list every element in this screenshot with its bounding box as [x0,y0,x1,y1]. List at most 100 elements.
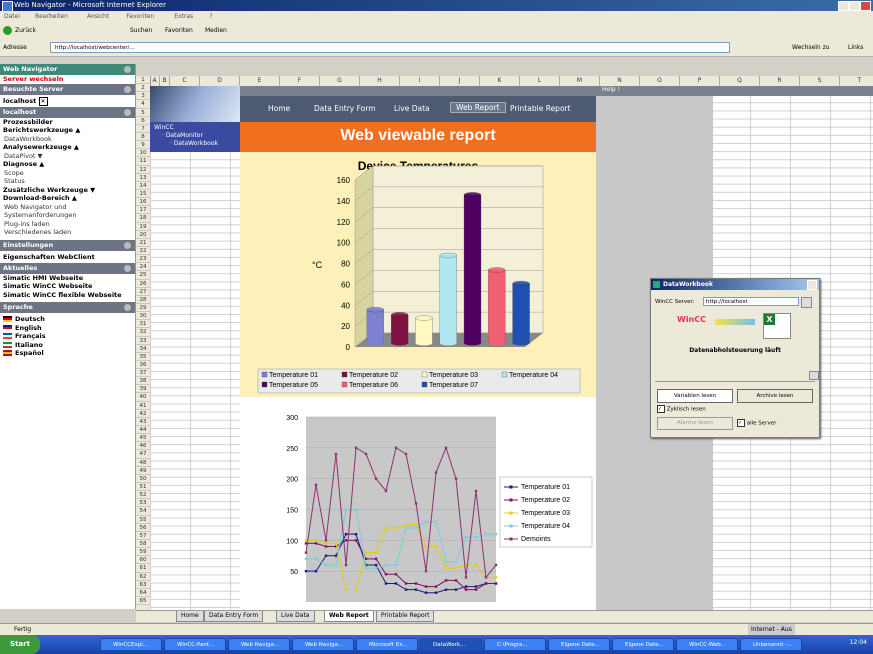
column-header-cell[interactable]: F [280,76,320,86]
row-header-cell[interactable]: 14 [136,182,150,190]
row-header-cell[interactable]: 22 [136,247,150,256]
row-header-cell[interactable]: 32 [136,328,150,337]
language-item[interactable]: Français [0,332,135,341]
row-header-cell[interactable]: 28 [136,296,150,304]
sidebar-item[interactable]: Prozessbilder [0,118,135,127]
address-input[interactable]: http://localhost/webcenter/... [50,42,730,53]
row-header-cell[interactable]: 38 [136,377,150,386]
taskbar-task[interactable]: WinCC-Pant... [164,638,226,651]
menu-item[interactable]: Datei [4,11,20,22]
row-header-cell[interactable]: 21 [136,239,150,247]
row-header-cell[interactable]: 35 [136,353,150,361]
help-link[interactable]: Help ! [602,86,620,93]
taskbar-task[interactable]: DataWork... [420,638,482,651]
expand-icon[interactable] [809,371,819,380]
row-header-cell[interactable]: 42 [136,410,150,418]
wincc-link[interactable]: · DataMonitor [154,132,236,140]
row-header-cell[interactable]: 51 [136,483,150,492]
row-header-cell[interactable]: 13 [136,174,150,182]
row-header-cell[interactable]: 34 [136,345,150,353]
row-header-cell[interactable]: 10 [136,149,150,158]
row-header-cell[interactable]: 46 [136,442,150,451]
row-header-cell[interactable]: 63 [136,581,150,589]
dialog-close-button[interactable] [807,280,817,290]
row-header-cell[interactable]: 6 [136,117,150,125]
row-header-cell[interactable]: 43 [136,418,150,427]
sidebar-item[interactable]: Diagnose ▲ [0,160,135,169]
cyclic-read-checkbox[interactable]: ✓ Zyklisch lesen [657,405,706,413]
sidebar-item[interactable]: Download-Bereich ▲ [0,194,135,203]
row-header-cell[interactable]: 26 [136,280,150,288]
wincc-link[interactable]: WinCC [154,124,236,132]
row-header-cell[interactable]: 62 [136,573,150,581]
back-label[interactable]: Zurück [15,22,36,39]
row-header-cell[interactable]: 58 [136,540,150,549]
row-header-cell[interactable]: 18 [136,214,150,223]
row-header-cell[interactable]: 1 [136,76,150,85]
menu-item[interactable]: Favoriten [126,11,154,22]
start-button[interactable]: Start [0,635,40,654]
row-header-cell[interactable]: 33 [136,337,150,345]
row-header-cell[interactable]: 44 [136,426,150,435]
links-button[interactable]: Links [848,39,863,56]
taskbar-task[interactable]: WinCCExpl... [100,638,162,651]
column-header-cell[interactable]: Q [720,76,760,86]
visited-server-localhost[interactable]: localhost ✕ [0,95,135,107]
sheet-tab[interactable]: Web Report [324,611,374,622]
menu-item[interactable]: ? [209,11,212,22]
taskbar-task[interactable]: Microsoft Ex... [356,638,418,651]
news-link[interactable]: Simatic WinCC Webseite [0,282,135,291]
taskbar-task[interactable]: Unbenannt -... [740,638,802,651]
row-header-cell[interactable]: 52 [136,491,150,500]
nav-link[interactable]: Live Data [394,104,430,113]
collapse-icon[interactable] [124,304,131,311]
sheet-tab[interactable]: Home [176,611,204,622]
sidebar-item[interactable]: Berichtswerkzeuge ▲ [0,126,135,135]
column-header-cell[interactable]: D [200,76,240,86]
column-header-cell[interactable]: G [320,76,360,86]
news-link[interactable]: Simatic WinCC flexible Webseite [0,291,135,300]
row-header-cell[interactable]: 37 [136,369,150,378]
column-header-cell[interactable]: O [640,76,680,86]
settings-webclient-link[interactable]: Eigenschaften WebClient [0,251,135,263]
read-variables-button[interactable]: Variablen lesen [657,389,733,403]
row-header-cell[interactable]: 2 [136,84,150,93]
row-header-cell[interactable]: 31 [136,320,150,329]
sidebar-item[interactable]: Scope [0,169,135,178]
menu-item[interactable]: Bearbeiten [35,11,68,22]
collapse-icon[interactable] [124,264,131,272]
row-header-cell[interactable]: 16 [136,198,150,207]
language-item[interactable]: English [0,324,135,333]
column-header-cell[interactable]: C [170,76,200,86]
row-header-cell[interactable]: 36 [136,361,150,370]
nav-link[interactable]: Home [268,104,290,113]
collapse-icon[interactable] [124,85,131,93]
row-header-cell[interactable]: 24 [136,263,150,272]
sidebar-item[interactable]: Verschiedenes laden [0,228,135,237]
row-header-cell[interactable]: 9 [136,141,150,150]
column-header-cell[interactable]: H [360,76,400,86]
column-header-cell[interactable]: K [480,76,520,86]
server-browse-button[interactable] [801,297,812,308]
language-item[interactable]: Español [0,349,135,358]
sheet-tab[interactable]: Data Entry Form [204,611,264,622]
sidebar-item[interactable]: Zusätzliche Werkzeuge ▼ [0,186,135,195]
news-link[interactable]: Simatic HMI Webseite [0,274,135,283]
row-header-cell[interactable]: 20 [136,231,150,239]
row-header-cell[interactable]: 41 [136,402,150,410]
sidebar-item[interactable]: Systemanforderungen [0,211,135,220]
row-header-cell[interactable]: 61 [136,564,150,573]
sidebar-item[interactable]: DataPivot ▼ [0,152,135,161]
row-header-cell[interactable]: 56 [136,524,150,532]
server-select[interactable]: http://localhost [703,297,799,306]
sidebar-item[interactable]: DataWorkbook [0,135,135,144]
read-archives-button[interactable]: Archive lesen [737,389,813,403]
checkbox-checked-icon[interactable]: ✓ [737,419,745,427]
column-header-cell[interactable]: A [150,76,160,86]
row-header-cell[interactable]: 48 [136,459,150,467]
row-header-cell[interactable]: 5 [136,109,150,117]
wincc-link[interactable]: · DataWorkbook [154,140,236,148]
row-header-cell[interactable]: 23 [136,255,150,264]
collapse-icon[interactable] [124,241,131,249]
column-header-cell[interactable]: N [600,76,640,86]
